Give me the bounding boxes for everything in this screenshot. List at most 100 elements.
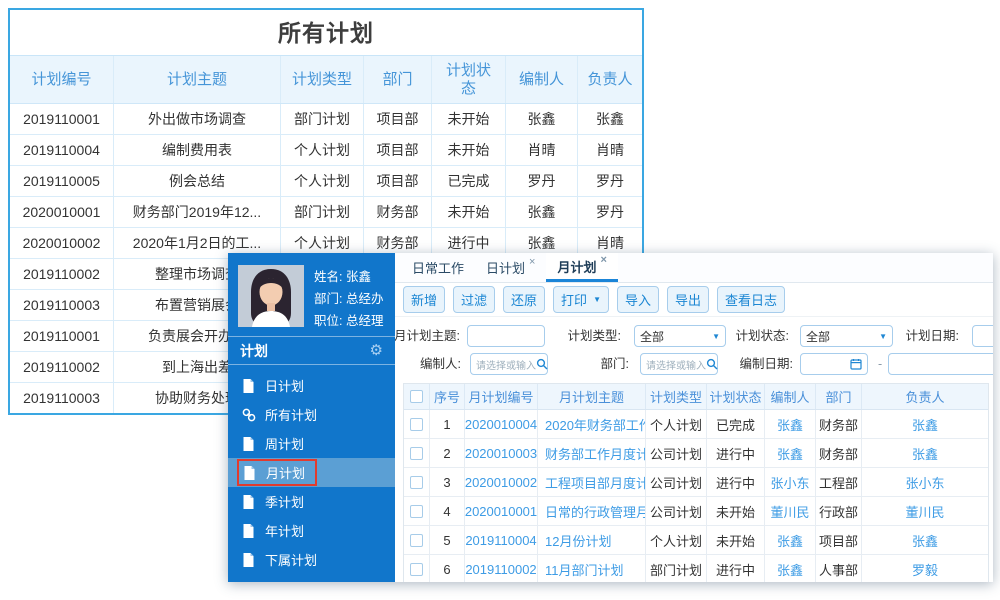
table-row[interactable]: 42020010001日常的行政管理月计划公司计划未开始董川民行政部董川民 (404, 497, 988, 526)
table-cell-link[interactable]: 张小东 (765, 468, 816, 496)
subject-filter-input[interactable] (467, 325, 545, 347)
table-cell-link[interactable]: 12月份计划 (538, 526, 646, 554)
caret-down-icon: ▼ (593, 295, 601, 304)
table-cell-link[interactable]: 财务部工作月度计划 (538, 439, 646, 467)
row-checkbox[interactable] (410, 475, 423, 489)
create-date-start-input[interactable] (800, 353, 868, 375)
sidebar-item-季计划[interactable]: 季计划 (228, 487, 395, 516)
table-cell: 公司计划 (646, 468, 707, 496)
row-checkbox[interactable] (410, 533, 423, 547)
table-cell-link[interactable]: 张鑫 (765, 410, 816, 438)
查看日志-button[interactable]: 查看日志 (717, 286, 786, 313)
table-row[interactable]: 2019110004 编制费用表 个人计划 项目部 未开始 肖晴 肖晴 (10, 135, 642, 166)
gear-icon[interactable]: ⚙ (370, 343, 383, 358)
table-cell-link[interactable]: 工程项目部月度计划 (538, 468, 646, 496)
document-icon (243, 465, 257, 480)
column-header-label: 负责人 (587, 70, 633, 88)
column-header: 计划状态 (432, 56, 506, 103)
table-cell-link[interactable]: 罗毅 (862, 555, 988, 582)
table-cell: 未开始 (432, 197, 506, 227)
row-checkbox[interactable] (410, 563, 423, 576)
tab-日计划[interactable]: 日计划 × (475, 253, 546, 282)
button-label: 导入 (624, 293, 651, 308)
column-header-label: 部门 (382, 70, 413, 88)
table-cell-link[interactable]: 张鑫 (862, 439, 988, 467)
tab-日常工作[interactable]: 日常工作 (401, 253, 475, 282)
table-cell-link[interactable]: 2020010004 (465, 410, 538, 438)
subject-filter-label: 月计划主题: (395, 329, 460, 343)
table-row[interactable]: 2019110005 例会总结 个人计划 项目部 已完成 罗丹 罗丹 (10, 166, 642, 197)
导入-button[interactable]: 导入 (616, 286, 659, 313)
status-filter-select[interactable]: 全部 ▼ (800, 325, 893, 347)
table-cell: 2019110001 (10, 104, 114, 134)
row-select-cell (404, 526, 430, 554)
select-all-checkbox[interactable] (410, 390, 423, 403)
sidebar-item-所有计划[interactable]: 所有计划 (228, 400, 395, 429)
sidebar-item-月计划[interactable]: 月计划 (228, 458, 395, 487)
row-checkbox[interactable] (410, 446, 423, 460)
table-row[interactable]: 22020010003财务部工作月度计划公司计划进行中张鑫财务部张鑫 (404, 439, 988, 468)
column-header-label: 编制人 (518, 70, 564, 88)
table-cell-link[interactable]: 2020010002 (465, 468, 538, 496)
新增-button[interactable]: 新增 (403, 286, 446, 313)
tab-月计划[interactable]: 月计划 × (546, 253, 618, 282)
table-row[interactable]: 6 2019110002 11月部门计划 部门计划 进行中 张鑫 人事部 罗毅 (404, 555, 988, 582)
table-row[interactable]: 2019110001 外出做市场调查 部门计划 项目部 未开始 张鑫 张鑫 (10, 104, 642, 135)
table-cell-link[interactable]: 张鑫 (765, 555, 816, 582)
table-row[interactable]: 32020010002工程项目部月度计划公司计划进行中张小东工程部张小东 (404, 468, 988, 497)
table-cell: 财务部 (364, 197, 432, 227)
table-row[interactable]: 120200100042020年财务部工作月...个人计划已完成张鑫财务部张鑫 (404, 410, 988, 439)
table-cell-link[interactable]: 张鑫 (765, 439, 816, 467)
table-cell-link[interactable]: 董川民 (765, 497, 816, 525)
tab-label: 日常工作 (412, 261, 465, 276)
status-filter-label: 计划状态: (735, 329, 789, 343)
creator-filter-input[interactable]: 请选择或输入 (470, 353, 548, 375)
table-cell-link[interactable]: 2020年财务部工作月... (538, 410, 646, 438)
table-cell-link[interactable]: 张鑫 (862, 526, 988, 554)
table-cell-link[interactable]: 董川民 (862, 497, 988, 525)
table-cell-link[interactable]: 2020010001 (465, 497, 538, 525)
sidebar-item-年计划[interactable]: 年计划 (228, 516, 395, 545)
sidebar-item-周计划[interactable]: 周计划 (228, 429, 395, 458)
search-icon[interactable] (536, 358, 548, 370)
create-date-end-input[interactable] (888, 353, 993, 375)
table-cell: 张鑫 (596, 110, 624, 127)
sidebar-item-下属计划[interactable]: 下属计划 (228, 545, 395, 574)
sidebar-item-label: 年计划 (265, 524, 305, 539)
table-cell-link[interactable]: 张鑫 (765, 526, 816, 554)
table-cell: 财务部 (816, 439, 862, 467)
monthly-plan-window: 姓名: 张鑫 部门: 总经办 职位: 总经理 计划 ⚙ 日计划 所有计划 周计划 月计… (228, 253, 993, 582)
close-icon[interactable]: × (529, 256, 535, 268)
search-icon[interactable] (706, 358, 718, 370)
table-cell-link[interactable]: 2020010003 (465, 439, 538, 467)
导出-button[interactable]: 导出 (667, 286, 710, 313)
row-checkbox[interactable] (410, 504, 423, 518)
打印-button[interactable]: 打印 ▼ (553, 286, 609, 313)
table-cell: 进行中 (707, 439, 765, 467)
还原-button[interactable]: 还原 (503, 286, 546, 313)
过滤-button[interactable]: 过滤 (453, 286, 496, 313)
sidebar-item-日计划[interactable]: 日计划 (228, 371, 395, 400)
close-icon[interactable]: × (600, 254, 606, 266)
dept-filter-input[interactable]: 请选择或输入 (640, 353, 718, 375)
table-row[interactable]: 2020010001 财务部门2019年12... 部门计划 财务部 未开始 张鑫 罗丹 (10, 197, 642, 228)
document-icon (242, 523, 256, 538)
table-cell-link[interactable]: 张小东 (862, 468, 988, 496)
row-checkbox[interactable] (410, 417, 423, 431)
table-cell: 2020010002 (10, 228, 114, 258)
sidebar-section-plans[interactable]: 计划 ⚙ (228, 336, 395, 365)
table-cell: 行政部 (816, 497, 862, 525)
table-cell-link[interactable]: 日常的行政管理月计划 (538, 497, 646, 525)
table-cell-link[interactable]: 11月部门计划 (538, 555, 646, 582)
table-row[interactable]: 5 2019110004 12月份计划 个人计划 未开始 张鑫 项目部 张鑫 (404, 526, 988, 555)
column-header: 月计划编号 (465, 384, 538, 409)
type-filter-select[interactable]: 全部 ▼ (634, 325, 726, 347)
table-cell: 肖晴 (596, 141, 624, 158)
table-cell-link[interactable]: 2019110002 (465, 555, 538, 582)
calendar-icon[interactable] (850, 358, 862, 370)
plan-date-filter-input[interactable] (972, 325, 993, 347)
table-cell-link[interactable]: 张鑫 (862, 410, 988, 438)
table-cell-link[interactable]: 2019110004 (465, 526, 538, 554)
table-cell: 部门计划 (281, 104, 364, 134)
toolbar: 新增 过滤 还原 打印 ▼ 导入 导出 查看日志 (395, 283, 993, 317)
